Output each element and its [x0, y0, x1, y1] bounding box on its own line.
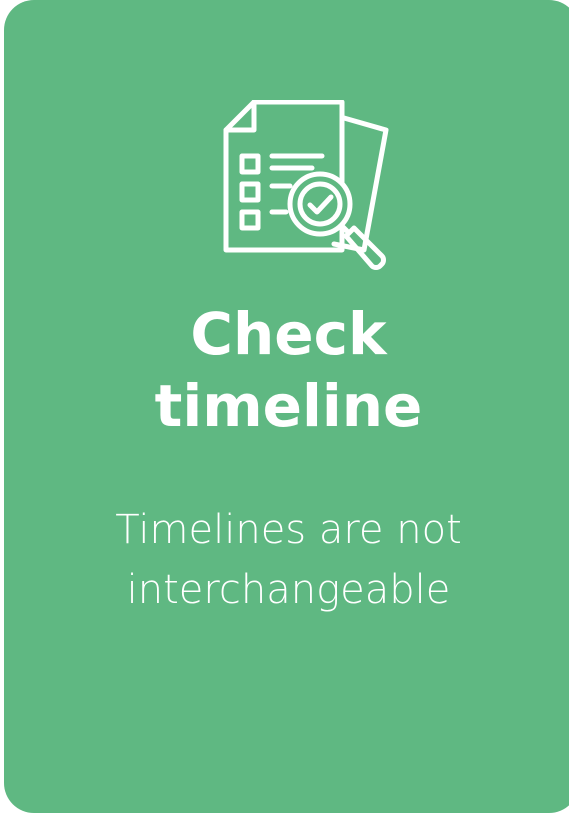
card-subtitle-line1: Timelines are not: [115, 507, 462, 553]
card-title: Check timeline: [4, 298, 569, 442]
card-title-line1: Check: [190, 300, 387, 368]
document-checklist-magnifier-icon: [223, 100, 389, 270]
card-subtitle-line2: interchangeable: [126, 567, 451, 613]
card-title-line2: timeline: [154, 372, 423, 440]
card-subtitle: Timelines are not interchangeable: [4, 500, 569, 620]
info-card: Check timeline Timelines are not interch…: [4, 0, 569, 813]
